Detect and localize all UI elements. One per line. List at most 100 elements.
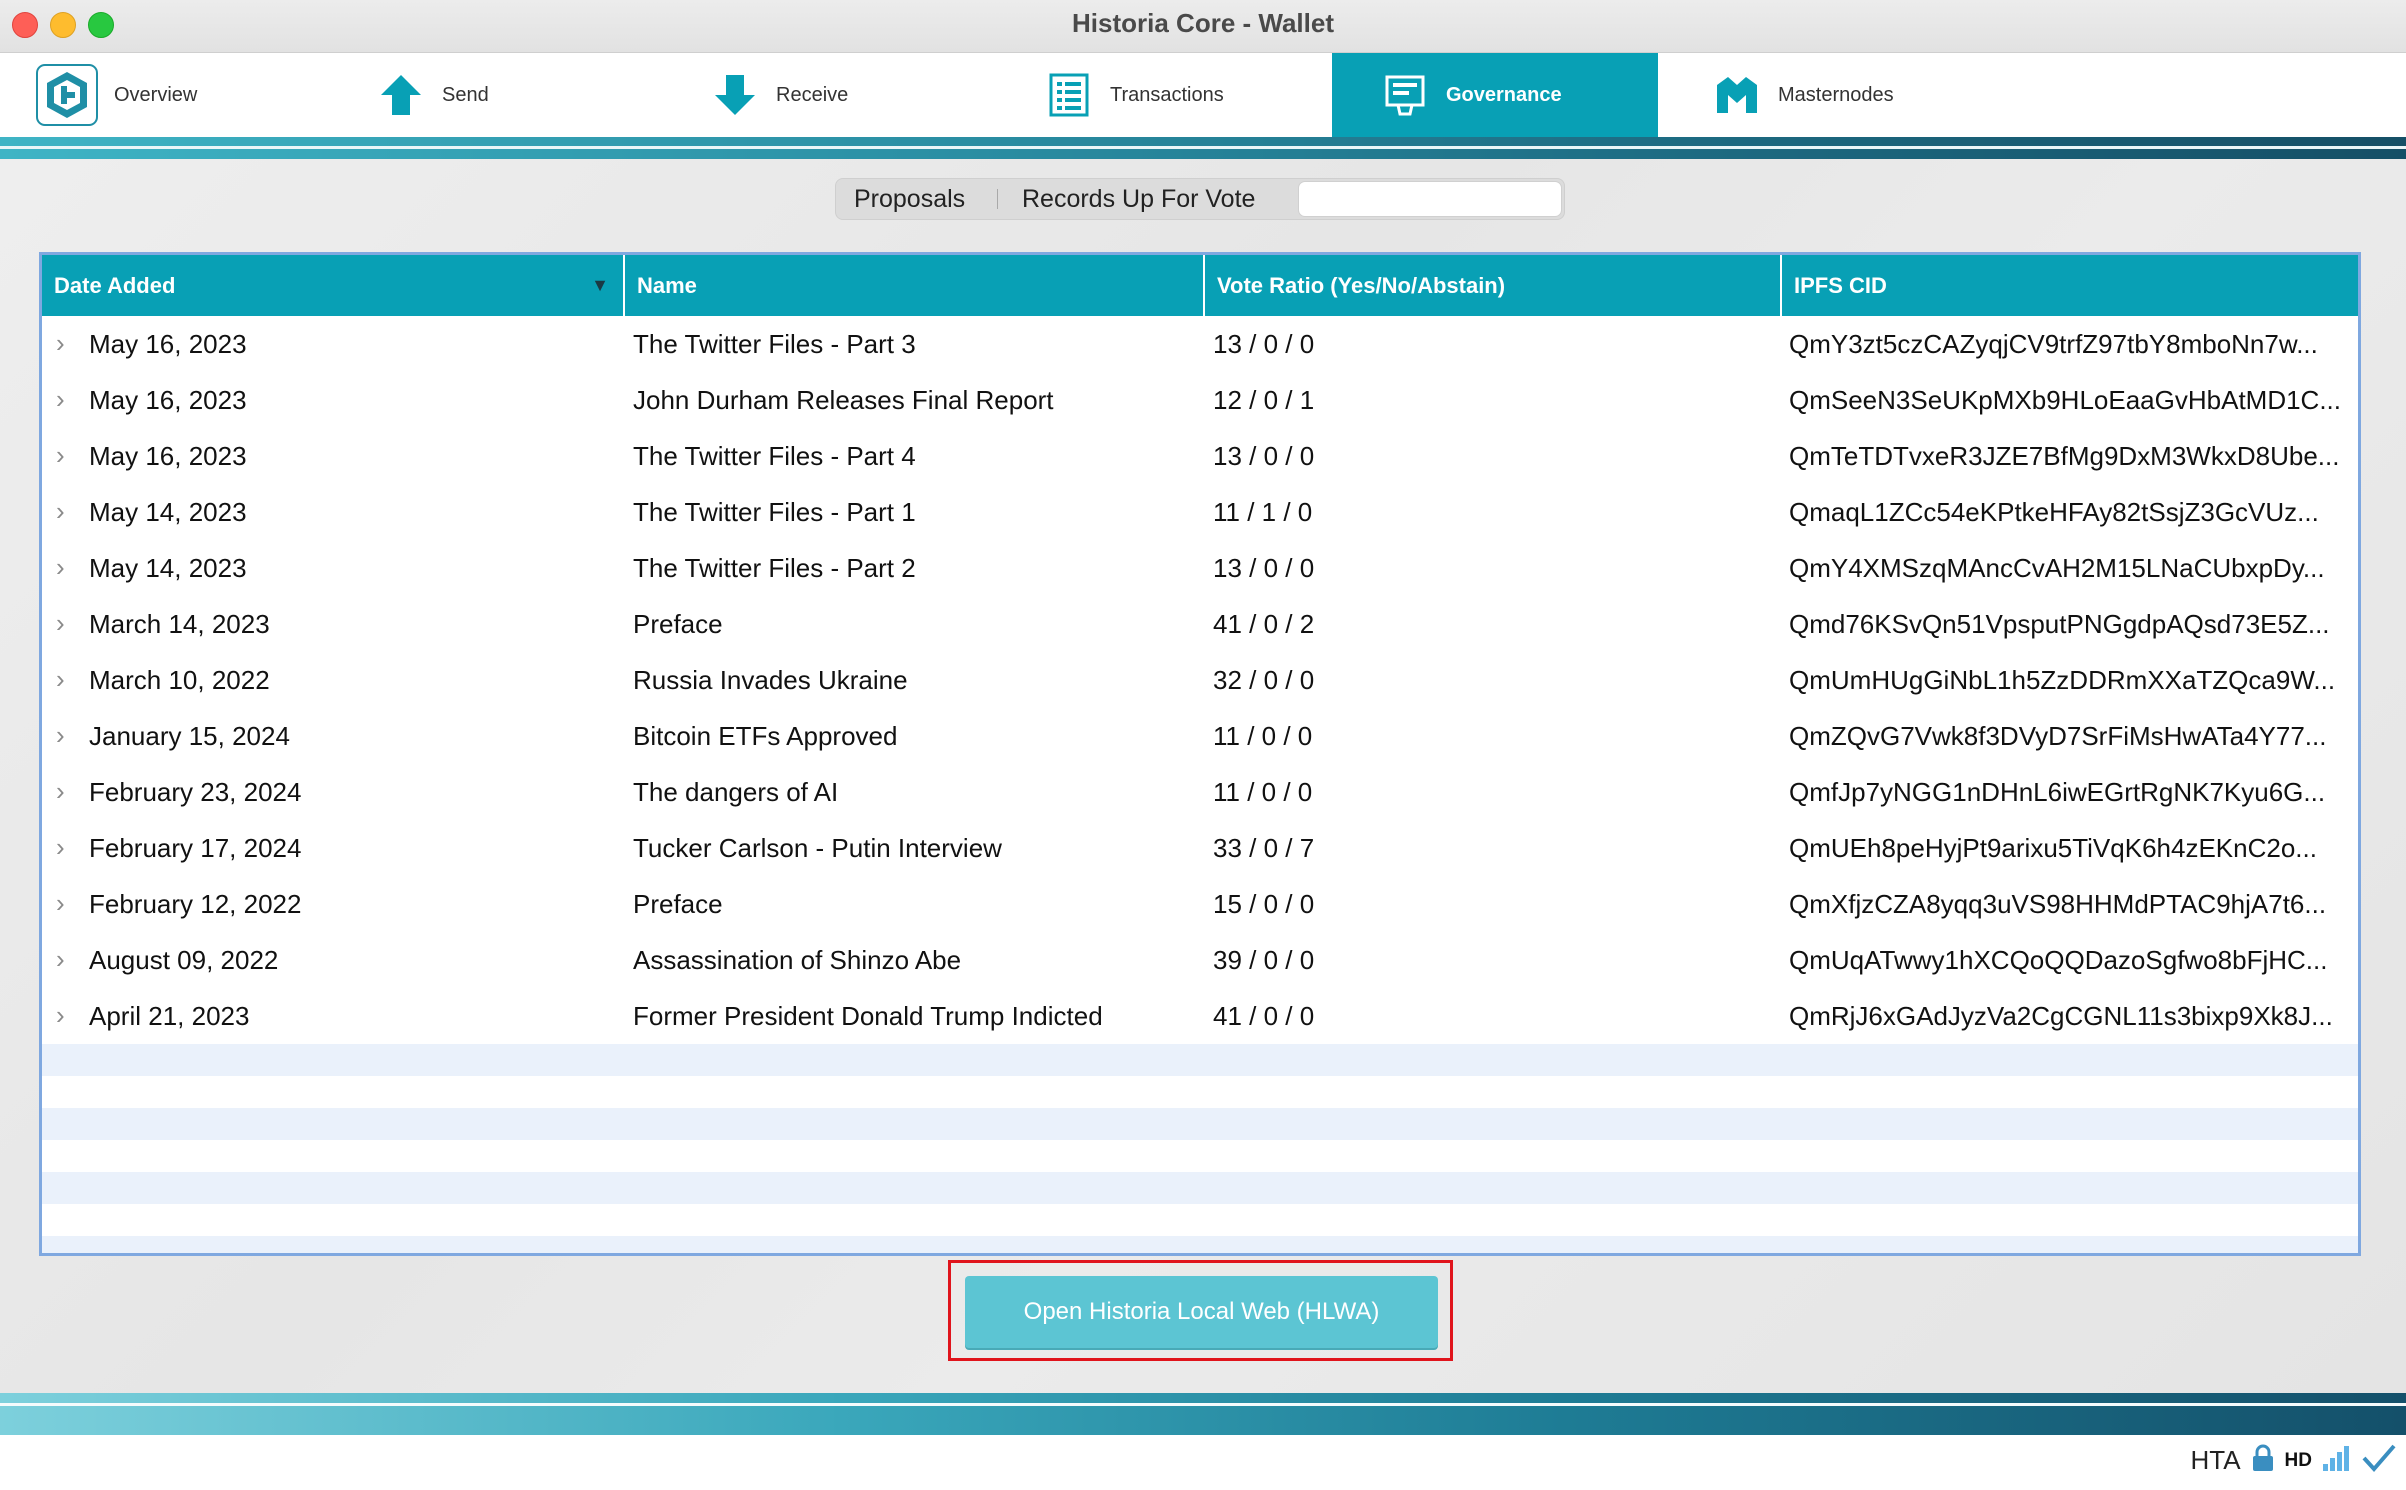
empty-row [42, 1076, 2358, 1108]
cell-name: The Twitter Files - Part 2 [633, 553, 916, 583]
arrow-up-icon [376, 70, 426, 120]
expand-chevron-icon[interactable]: › [56, 652, 65, 708]
tab-transactions[interactable]: Transactions [1044, 53, 1324, 137]
subtab-proposals[interactable]: Proposals [854, 179, 965, 219]
table-row[interactable]: › August 09, 2022 Assassination of Shinzo … [42, 932, 2358, 988]
hd-icon[interactable]: HD [2285, 1450, 2312, 1472]
table-row[interactable]: › March 10, 2022 Russia Invades Ukraine 32 … [42, 652, 2358, 708]
expand-chevron-icon[interactable]: › [56, 988, 65, 1044]
cell-date-added: April 21, 2023 [89, 1001, 250, 1031]
table-row[interactable]: › May 16, 2023 The Twitter Files - Part 3 1… [42, 316, 2358, 372]
tab-overview-label: Overview [114, 83, 198, 106]
cell-vote-ratio: 11 / 0 / 0 [1213, 777, 1313, 807]
table-row[interactable]: › January 15, 2024 Bitcoin ETFs Approved 11… [42, 708, 2358, 764]
proposals-table: Date Added ▼ Name Vote Ratio (Yes/No/Abs… [39, 252, 2361, 1256]
tab-governance-label: Governance [1446, 83, 1562, 106]
expand-chevron-icon[interactable]: › [56, 316, 65, 372]
cell-vote-ratio: 41 / 0 / 0 [1213, 1001, 1315, 1031]
cell-name: The Twitter Files - Part 4 [633, 441, 916, 471]
governance-subtabs: Proposals Records Up For Vote [835, 178, 1565, 220]
empty-row [42, 1044, 2358, 1076]
table-row[interactable]: › May 14, 2023 The Twitter Files - Part 1 1… [42, 484, 2358, 540]
table-row[interactable]: › February 12, 2022 Preface 15 / 0 / 0 QmXfj… [42, 876, 2358, 932]
cell-vote-ratio: 15 / 0 / 0 [1213, 889, 1315, 919]
table-row[interactable]: › February 17, 2024 Tucker Carlson - Putin… [42, 820, 2358, 876]
table-row[interactable]: › May 16, 2023 The Twitter Files - Part 4 1… [42, 428, 2358, 484]
cell-date-added: March 10, 2022 [89, 665, 270, 695]
title-bar: Historia Core - Wallet [0, 0, 2406, 53]
tab-governance[interactable]: Governance [1332, 53, 1658, 137]
cell-date-added: March 14, 2023 [89, 609, 270, 639]
column-header-name[interactable]: Name [625, 255, 1205, 316]
subtab-records-up-for-vote[interactable]: Records Up For Vote [1022, 179, 1255, 219]
tab-masternodes-label: Masternodes [1778, 83, 1894, 106]
cell-date-added: February 23, 2024 [89, 777, 302, 807]
cell-date-added: May 14, 2023 [89, 497, 247, 527]
cell-ipfs-cid: Qmd76KSvQn51VpsputPNGgdpAQsd73E5Z... [1789, 609, 2330, 639]
list-icon [1044, 70, 1094, 120]
cell-date-added: May 16, 2023 [89, 385, 247, 415]
expand-chevron-icon[interactable]: › [56, 876, 65, 932]
search-input[interactable] [1298, 181, 1562, 217]
cell-ipfs-cid: QmY4XMSzqMAncCvAH2M15LNaCUbxpDy... [1789, 553, 2325, 583]
arrow-down-icon [710, 70, 760, 120]
cell-vote-ratio: 11 / 1 / 0 [1213, 497, 1313, 527]
cell-name: The dangers of AI [633, 777, 839, 807]
cell-date-added: May 16, 2023 [89, 329, 247, 359]
cell-ipfs-cid: QmaqL1ZCc54eKPtkeHFAy82tSsjZ3GcVUz... [1789, 497, 2319, 527]
empty-row [42, 1236, 2358, 1253]
governance-icon [1380, 70, 1430, 120]
checkmark-icon[interactable] [2362, 1443, 2396, 1478]
unit-label[interactable]: HTA [2190, 1445, 2240, 1476]
column-header-vote-ratio[interactable]: Vote Ratio (Yes/No/Abstain) [1205, 255, 1782, 316]
cell-ipfs-cid: QmUqATwwy1hXCQoQQDazoSgfwo8bFjHC... [1789, 945, 2328, 975]
cell-name: Preface [633, 609, 723, 639]
bottom-accent-band [0, 1393, 2406, 1435]
table-row[interactable]: › April 21, 2023 Former President Donald T… [42, 988, 2358, 1044]
expand-chevron-icon[interactable]: › [56, 820, 65, 876]
tab-overview[interactable]: Overview [36, 53, 336, 137]
cell-ipfs-cid: QmZQvG7Vwk8f3DVyD7SrFiMsHwATa4Y77... [1789, 721, 2327, 751]
cell-ipfs-cid: QmUmHUgGiNbL1h5ZzDDRmXXaTZQca9W... [1789, 665, 2336, 695]
column-header-date-added[interactable]: Date Added ▼ [42, 255, 625, 316]
expand-chevron-icon[interactable]: › [56, 484, 65, 540]
table-row[interactable]: › May 14, 2023 The Twitter Files - Part 2 1… [42, 540, 2358, 596]
cell-name: Russia Invades Ukraine [633, 665, 908, 695]
cell-date-added: February 12, 2022 [89, 889, 302, 919]
expand-chevron-icon[interactable]: › [56, 428, 65, 484]
tab-send[interactable]: Send [376, 53, 636, 137]
expand-chevron-icon[interactable]: › [56, 932, 65, 988]
table-header: Date Added ▼ Name Vote Ratio (Yes/No/Abs… [42, 255, 2358, 316]
status-bar: HTA HD [0, 1435, 2406, 1490]
signal-icon[interactable] [2322, 1444, 2352, 1477]
tab-receive[interactable]: Receive [710, 53, 970, 137]
expand-chevron-icon[interactable]: › [56, 372, 65, 428]
main-toolbar: Overview Send Receive Transactions Gover… [0, 53, 2406, 137]
expand-chevron-icon[interactable]: › [56, 708, 65, 764]
table-row[interactable]: › March 14, 2023 Preface 41 / 0 / 2 Qmd76KSv… [42, 596, 2358, 652]
column-header-ipfs-cid[interactable]: IPFS CID [1782, 255, 2358, 316]
cell-ipfs-cid: QmfJp7yNGG1nDHnL6iwEGrtRgNK7Kyu6G... [1789, 777, 2326, 807]
table-row[interactable]: › May 16, 2023 John Durham Releases Final … [42, 372, 2358, 428]
expand-chevron-icon[interactable]: › [56, 764, 65, 820]
tab-send-label: Send [442, 83, 489, 106]
cell-name: Preface [633, 889, 723, 919]
cell-ipfs-cid: QmRjJ6xGAdJyzVa2CgCGNL11s3bixp9Xk8J... [1789, 1001, 2333, 1031]
cell-vote-ratio: 32 / 0 / 0 [1213, 665, 1315, 695]
cell-date-added: February 17, 2024 [89, 833, 302, 863]
expand-chevron-icon[interactable]: › [56, 596, 65, 652]
tab-receive-label: Receive [776, 83, 849, 106]
cell-ipfs-cid: QmSeeN3SeUKpMXb9HLoEaaGvHbAtMD1C... [1789, 385, 2342, 415]
cell-date-added: January 15, 2024 [89, 721, 290, 751]
lock-icon[interactable] [2251, 1444, 2275, 1477]
cell-vote-ratio: 33 / 0 / 7 [1213, 833, 1315, 863]
open-local-web-button[interactable]: Open Historia Local Web (HLWA) [965, 1276, 1438, 1348]
cell-name: John Durham Releases Final Report [633, 385, 1054, 415]
logo-icon [36, 64, 98, 126]
cell-vote-ratio: 41 / 0 / 2 [1213, 609, 1315, 639]
expand-chevron-icon[interactable]: › [56, 540, 65, 596]
empty-row [42, 1204, 2358, 1236]
tab-masternodes[interactable]: Masternodes [1712, 53, 2012, 137]
table-row[interactable]: › February 23, 2024 The dangers of AI 11 / … [42, 764, 2358, 820]
cell-ipfs-cid: QmUEh8peHyjPt9arixu5TiVqK6h4zEKnC2o... [1789, 833, 2317, 863]
